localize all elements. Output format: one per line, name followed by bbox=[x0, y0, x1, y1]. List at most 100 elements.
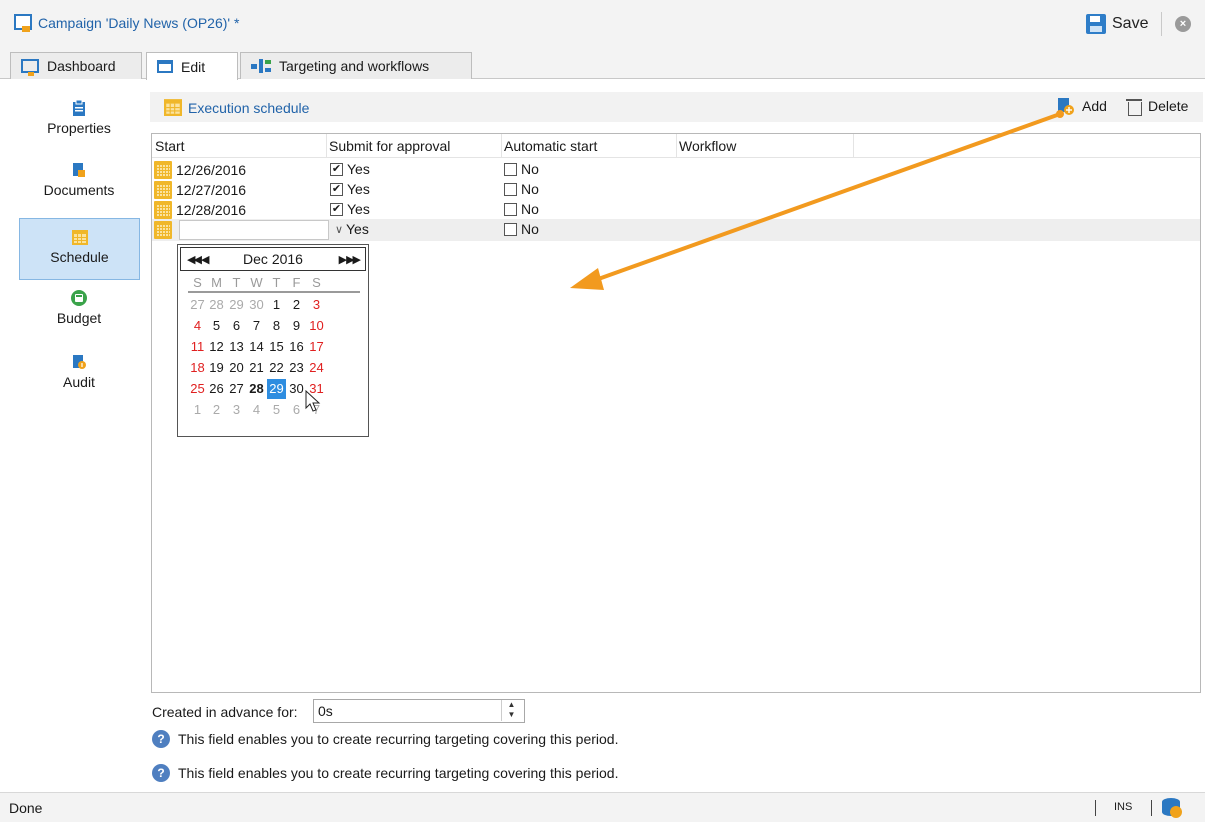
calendar-day[interactable]: 6 bbox=[287, 400, 306, 420]
advance-input[interactable]: 0s bbox=[313, 699, 525, 723]
calendar-day[interactable]: 14 bbox=[247, 337, 266, 357]
sidebar-item-properties[interactable]: Properties bbox=[19, 100, 139, 144]
calendar-day[interactable]: 12 bbox=[207, 337, 226, 357]
calendar-day[interactable]: 22 bbox=[267, 358, 286, 378]
table-row[interactable]: 12/27/2016 ✔ Yes No bbox=[152, 179, 1200, 199]
calendar-day[interactable]: 15 bbox=[267, 337, 286, 357]
add-icon bbox=[1058, 98, 1074, 115]
calendar-day[interactable]: 10 bbox=[307, 316, 326, 336]
calendar-day[interactable]: 4 bbox=[188, 316, 207, 336]
approval-label: Yes bbox=[347, 181, 370, 197]
calendar-day[interactable]: 27 bbox=[188, 295, 207, 315]
calendar-day[interactable]: 4 bbox=[247, 400, 266, 420]
column-header-start[interactable]: Start bbox=[155, 138, 185, 154]
add-button[interactable]: Add bbox=[1056, 97, 1107, 115]
calendar-day[interactable]: 18 bbox=[188, 358, 207, 378]
calendar-icon bbox=[164, 99, 182, 116]
calendar-day[interactable]: 30 bbox=[287, 379, 306, 399]
auto-start-checkbox[interactable] bbox=[504, 202, 517, 216]
auto-start-checkbox[interactable] bbox=[504, 222, 517, 236]
delete-label: Delete bbox=[1148, 98, 1189, 114]
calendar-day[interactable]: 6 bbox=[227, 316, 246, 336]
calendar-day[interactable]: 1 bbox=[188, 400, 207, 420]
sidebar-item-label: Documents bbox=[43, 182, 115, 198]
close-icon[interactable]: × bbox=[1175, 16, 1191, 32]
calendar-day[interactable]: 20 bbox=[227, 358, 246, 378]
help-line: ? This field enables you to create recur… bbox=[152, 730, 618, 748]
calendar-day[interactable]: 1 bbox=[267, 295, 286, 315]
sidebar-item-audit[interactable]: Audit bbox=[19, 354, 139, 398]
calendar-day[interactable]: 8 bbox=[267, 316, 286, 336]
tab-label: Dashboard bbox=[47, 58, 116, 74]
calendar-day[interactable]: 17 bbox=[307, 337, 326, 357]
weekday-label: T bbox=[232, 275, 241, 290]
auto-start-label: No bbox=[521, 221, 539, 237]
sidebar-item-schedule[interactable]: Schedule bbox=[19, 218, 140, 280]
sidebar-item-label: Schedule bbox=[50, 249, 109, 265]
stepper-down-icon[interactable]: ▼ bbox=[502, 710, 521, 720]
tab-targeting-workflows[interactable]: Targeting and workflows bbox=[240, 52, 472, 79]
calendar-day[interactable]: 5 bbox=[207, 316, 226, 336]
next-month-icon[interactable]: ▶ ▶▶ bbox=[339, 253, 361, 266]
column-header-automatic-start[interactable]: Automatic start bbox=[504, 138, 597, 154]
auto-start-checkbox[interactable] bbox=[504, 182, 517, 196]
calendar-day-selected[interactable]: 29 bbox=[267, 379, 286, 399]
calendar-day[interactable]: 7 bbox=[247, 316, 266, 336]
calendar-day[interactable]: 13 bbox=[227, 337, 246, 357]
start-date-input[interactable] bbox=[179, 220, 329, 240]
calendar-day[interactable]: 3 bbox=[227, 400, 246, 420]
help-text: This field enables you to create recurri… bbox=[178, 765, 619, 781]
calendar-day[interactable]: 28 bbox=[247, 379, 266, 399]
auto-start-label: No bbox=[521, 161, 539, 177]
mouse-cursor-icon bbox=[305, 390, 321, 412]
calendar-day[interactable]: 23 bbox=[287, 358, 306, 378]
auto-start-label: No bbox=[521, 181, 539, 197]
delete-button[interactable]: Delete bbox=[1126, 97, 1189, 116]
duration-stepper[interactable]: ▲ ▼ bbox=[501, 700, 521, 721]
column-separator bbox=[326, 134, 327, 158]
calendar-day[interactable]: 11 bbox=[188, 337, 207, 357]
dashboard-icon bbox=[21, 59, 39, 76]
table-row-editing[interactable]: ∨ Yes No bbox=[152, 219, 1200, 241]
sidebar-item-budget[interactable]: Budget bbox=[19, 290, 139, 334]
start-date: 12/27/2016 bbox=[176, 182, 247, 198]
table-row[interactable]: 12/28/2016 ✔ Yes No bbox=[152, 199, 1200, 219]
weekday-label: S bbox=[312, 275, 321, 290]
calendar-day[interactable]: 9 bbox=[287, 316, 306, 336]
calendar-day[interactable]: 2 bbox=[287, 295, 306, 315]
save-icon bbox=[1086, 14, 1106, 34]
toolbar-separator bbox=[1161, 12, 1162, 36]
prev-month-icon[interactable]: ◀◀ ◀ bbox=[187, 253, 209, 266]
auto-start-label: No bbox=[521, 201, 539, 217]
approval-checkbox[interactable]: ✔ bbox=[330, 182, 343, 196]
calendar-day[interactable]: 29 bbox=[227, 295, 246, 315]
stepper-up-icon[interactable]: ▲ bbox=[502, 700, 521, 710]
calendar-day[interactable]: 26 bbox=[207, 379, 226, 399]
sidebar-item-documents[interactable]: Documents bbox=[19, 162, 139, 206]
calendar-day[interactable]: 5 bbox=[267, 400, 286, 420]
weekday-label: W bbox=[250, 275, 263, 290]
approval-checkbox[interactable]: ✔ bbox=[330, 202, 343, 216]
calendar-day[interactable]: 2 bbox=[207, 400, 226, 420]
calendar-day[interactable]: 28 bbox=[207, 295, 226, 315]
calendar-day[interactable]: 19 bbox=[207, 358, 226, 378]
edit-icon bbox=[157, 60, 173, 73]
calendar-day[interactable]: 30 bbox=[247, 295, 266, 315]
calendar-day[interactable]: 21 bbox=[247, 358, 266, 378]
calendar-day[interactable]: 25 bbox=[188, 379, 207, 399]
table-row[interactable]: 12/26/2016 ✔ Yes No bbox=[152, 159, 1200, 179]
sidebar-item-label: Properties bbox=[47, 120, 111, 136]
calendar-day[interactable]: 16 bbox=[287, 337, 306, 357]
column-header-workflow[interactable]: Workflow bbox=[679, 138, 736, 154]
approval-checkbox[interactable]: ✔ bbox=[330, 162, 343, 176]
tab-edit[interactable]: Edit bbox=[146, 52, 238, 80]
save-button[interactable]: Save bbox=[1086, 11, 1148, 37]
auto-start-checkbox[interactable] bbox=[504, 162, 517, 176]
calendar-day[interactable]: 3 bbox=[307, 295, 326, 315]
tab-dashboard[interactable]: Dashboard bbox=[10, 52, 142, 79]
column-header-approval[interactable]: Submit for approval bbox=[329, 138, 450, 154]
calendar-day[interactable]: 24 bbox=[307, 358, 326, 378]
help-line: ? This field enables you to create recur… bbox=[152, 764, 618, 782]
calendar-day[interactable]: 27 bbox=[227, 379, 246, 399]
weekday-label: T bbox=[272, 275, 281, 290]
